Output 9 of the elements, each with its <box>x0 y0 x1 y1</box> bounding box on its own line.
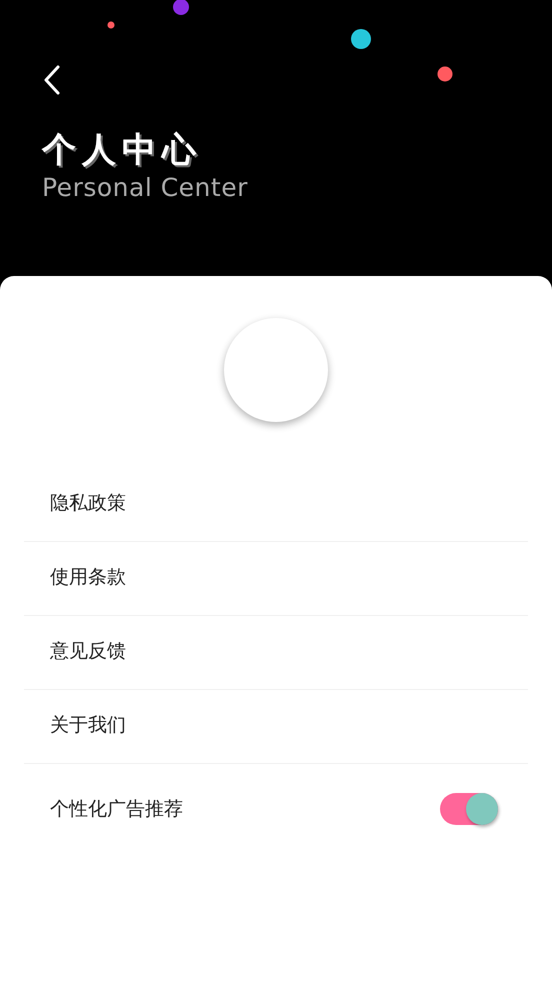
menu-item[interactable]: 关于我们 <box>24 690 528 764</box>
page-title: 个人中心 <box>42 132 202 170</box>
toggle-switch[interactable] <box>440 793 498 825</box>
menu-item-label: 个性化广告推荐 <box>50 797 183 822</box>
page-subtitle: Personal Center <box>42 173 248 202</box>
menu-item[interactable]: 使用条款 <box>24 542 528 616</box>
back-icon[interactable] <box>42 64 62 96</box>
menu-item[interactable]: 意见反馈 <box>24 616 528 690</box>
menu-item[interactable]: 隐私政策 <box>24 468 528 542</box>
